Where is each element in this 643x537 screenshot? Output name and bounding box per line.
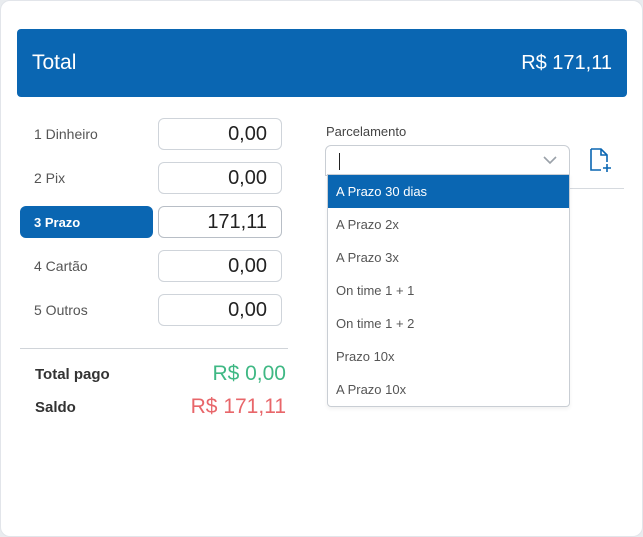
summary-divider — [20, 348, 288, 349]
option-a-prazo-10x[interactable]: A Prazo 10x — [328, 373, 569, 406]
payment-method-outros[interactable]: 5 Outros — [20, 294, 153, 326]
payment-method-prazo[interactable]: 3 Prazo — [20, 206, 153, 238]
parcelamento-select[interactable] — [325, 145, 570, 176]
total-paid-label: Total pago — [35, 366, 110, 383]
parcelamento-options-list: A Prazo 30 dias A Prazo 2x A Prazo 3x On… — [327, 174, 570, 407]
payment-row-pix: 2 Pix — [20, 162, 282, 194]
payment-method-dinheiro[interactable]: 1 Dinheiro — [20, 118, 153, 150]
payment-row-dinheiro: 1 Dinheiro — [20, 118, 282, 150]
option-a-prazo-2x[interactable]: A Prazo 2x — [328, 208, 569, 241]
payment-row-prazo: 3 Prazo — [20, 206, 282, 238]
payment-card: Total R$ 171,11 1 Dinheiro 2 Pix 3 Prazo… — [0, 0, 643, 537]
option-a-prazo-30-dias[interactable]: A Prazo 30 dias — [328, 175, 569, 208]
text-cursor — [339, 153, 340, 170]
total-title: Total — [32, 51, 77, 74]
balance-label: Saldo — [35, 399, 76, 416]
file-plus-icon[interactable] — [587, 147, 613, 173]
total-amount: R$ 171,11 — [521, 51, 612, 74]
payment-method-pix[interactable]: 2 Pix — [20, 162, 153, 194]
amount-input-cartao[interactable] — [158, 250, 282, 282]
balance-value: R$ 171,11 — [190, 395, 286, 418]
parcelamento-underline — [570, 188, 624, 189]
amount-input-dinheiro[interactable] — [158, 118, 282, 150]
amount-input-pix[interactable] — [158, 162, 282, 194]
total-paid-value: R$ 0,00 — [212, 362, 286, 385]
amount-input-outros[interactable] — [158, 294, 282, 326]
option-on-time-1-2[interactable]: On time 1 + 2 — [328, 307, 569, 340]
parcelamento-label: Parcelamento — [326, 124, 407, 139]
option-on-time-1-1[interactable]: On time 1 + 1 — [328, 274, 569, 307]
option-prazo-10x[interactable]: Prazo 10x — [328, 340, 569, 373]
chevron-down-icon[interactable] — [543, 155, 557, 165]
payment-row-cartao: 4 Cartão — [20, 250, 282, 282]
total-header: Total R$ 171,11 — [17, 29, 627, 97]
option-a-prazo-3x[interactable]: A Prazo 3x — [328, 241, 569, 274]
payment-row-outros: 5 Outros — [20, 294, 282, 326]
amount-input-prazo[interactable] — [158, 206, 282, 238]
payment-method-cartao[interactable]: 4 Cartão — [20, 250, 153, 282]
